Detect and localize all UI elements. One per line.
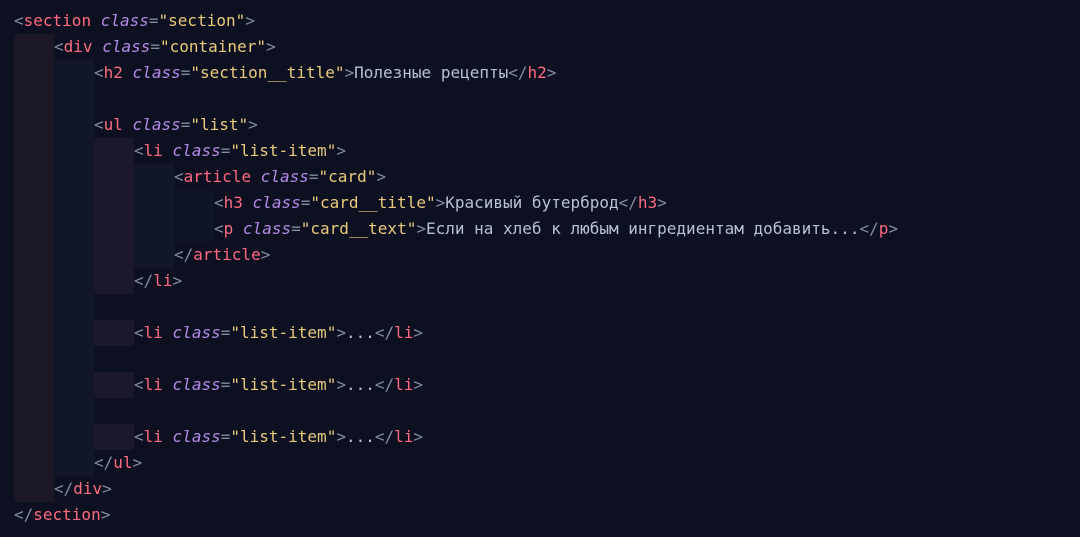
code-line: <h2 class="section__title">Полезные реце… xyxy=(14,60,1080,86)
class-value: "section" xyxy=(159,11,246,30)
code-editor[interactable]: <section class="section"> <div class="co… xyxy=(0,0,1080,536)
tag-h2: h2 xyxy=(104,63,123,82)
h2-text: Полезные рецепты xyxy=(354,63,508,82)
code-line-blank xyxy=(14,346,1080,372)
code-line: <p class="card__text">Если на хлеб к люб… xyxy=(14,216,1080,242)
code-line: </ul> xyxy=(14,450,1080,476)
p-text: Если на хлеб к любым ингредиентам добави… xyxy=(426,219,859,238)
code-line: <li class="list-item">...</li> xyxy=(14,372,1080,398)
code-line: <li class="list-item"> xyxy=(14,138,1080,164)
code-line: <h3 class="card__title">Красивый бутербр… xyxy=(14,190,1080,216)
tag-p: p xyxy=(224,219,234,238)
tag-section: section xyxy=(24,11,91,30)
code-line: <article class="card"> xyxy=(14,164,1080,190)
code-line: <section class="section"> xyxy=(14,8,1080,34)
tag-li: li xyxy=(144,141,163,160)
tag-article: article xyxy=(184,167,251,186)
attr-class: class xyxy=(101,11,149,30)
code-line-blank xyxy=(14,398,1080,424)
code-line: <div class="container"> xyxy=(14,34,1080,60)
punct-lt: < xyxy=(14,11,24,30)
tag-ul: ul xyxy=(104,115,123,134)
tag-h3: h3 xyxy=(224,193,243,212)
code-line: <li class="list-item">...</li> xyxy=(14,424,1080,450)
code-line: </section> xyxy=(14,502,1080,528)
code-line: <ul class="list"> xyxy=(14,112,1080,138)
code-line: </article> xyxy=(14,242,1080,268)
code-line: <li class="list-item">...</li> xyxy=(14,320,1080,346)
h3-text: Красивый бутерброд xyxy=(445,193,618,212)
code-line: </li> xyxy=(14,268,1080,294)
tag-div: div xyxy=(64,37,93,56)
code-line-blank xyxy=(14,294,1080,320)
code-line: </div> xyxy=(14,476,1080,502)
code-line-blank xyxy=(14,86,1080,112)
